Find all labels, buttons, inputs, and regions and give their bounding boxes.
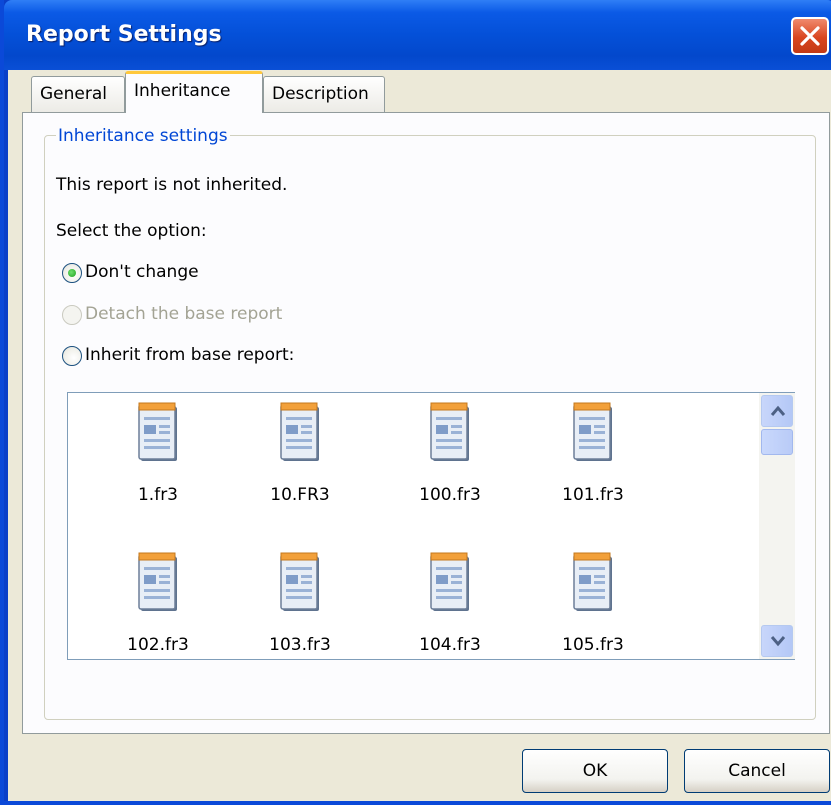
chevron-down-icon bbox=[770, 636, 786, 647]
tab-general[interactable]: General bbox=[31, 76, 125, 112]
tab-inheritance-label: Inheritance bbox=[134, 81, 231, 101]
file-item-label: 105.fr3 bbox=[562, 635, 624, 655]
file-item-label: 104.fr3 bbox=[419, 635, 481, 655]
file-item[interactable]: 103.fr3 bbox=[230, 551, 370, 671]
title-bar[interactable]: Report Settings bbox=[4, 0, 831, 70]
report-file-icon bbox=[280, 402, 319, 461]
report-file-icon bbox=[430, 552, 469, 611]
scroll-down-button[interactable] bbox=[761, 625, 793, 657]
file-item[interactable]: 101.fr3 bbox=[523, 401, 663, 521]
cancel-button[interactable]: Cancel bbox=[684, 749, 830, 793]
close-button[interactable] bbox=[791, 17, 829, 55]
radio-inherit-from-base[interactable] bbox=[62, 346, 82, 366]
radio-dont-change[interactable] bbox=[62, 263, 82, 283]
file-item-label: 101.fr3 bbox=[562, 485, 624, 505]
scroll-thumb[interactable] bbox=[761, 429, 793, 455]
dialog-window: Report Settings General Inheritance Desc… bbox=[0, 0, 831, 805]
report-file-icon bbox=[138, 552, 177, 611]
group-label: Inheritance settings bbox=[56, 126, 230, 146]
close-icon bbox=[800, 26, 820, 46]
radio-inherit-from-base-label[interactable]: Inherit from base report: bbox=[85, 345, 294, 365]
file-item[interactable]: 102.fr3 bbox=[88, 551, 228, 671]
file-item-label: 102.fr3 bbox=[127, 635, 189, 655]
file-item-label: 10.FR3 bbox=[270, 485, 330, 505]
window-title: Report Settings bbox=[26, 22, 222, 47]
tab-general-label: General bbox=[40, 84, 107, 104]
report-file-icon bbox=[280, 552, 319, 611]
file-item[interactable]: 1.fr3 bbox=[88, 401, 228, 521]
file-item-label: 1.fr3 bbox=[137, 485, 178, 505]
dialog-client-area: General Inheritance Description Inherita… bbox=[8, 70, 831, 801]
inheritance-status-text: This report is not inherited. bbox=[56, 175, 288, 195]
select-option-prompt: Select the option: bbox=[56, 221, 207, 241]
radio-detach-base-report bbox=[62, 305, 82, 325]
tab-description-label: Description bbox=[272, 84, 369, 104]
tab-description[interactable]: Description bbox=[263, 76, 385, 112]
vertical-scrollbar[interactable] bbox=[759, 393, 795, 659]
report-file-icon bbox=[573, 402, 612, 461]
radio-detach-base-report-label: Detach the base report bbox=[85, 304, 283, 324]
report-file-icon bbox=[430, 402, 469, 461]
file-item[interactable]: 105.fr3 bbox=[523, 551, 663, 671]
file-item[interactable]: 100.fr3 bbox=[380, 401, 520, 521]
file-item[interactable]: 10.FR3 bbox=[230, 401, 370, 521]
radio-dont-change-label[interactable]: Don't change bbox=[85, 262, 199, 282]
report-file-icon bbox=[573, 552, 612, 611]
scroll-up-button[interactable] bbox=[761, 395, 793, 427]
ok-button[interactable]: OK bbox=[522, 749, 668, 793]
radio-checked-dot bbox=[68, 269, 76, 277]
file-item-label: 103.fr3 bbox=[269, 635, 331, 655]
file-item-label: 100.fr3 bbox=[419, 485, 481, 505]
report-file-icon bbox=[138, 402, 177, 461]
file-item[interactable]: 104.fr3 bbox=[380, 551, 520, 671]
base-report-list[interactable]: 1.fr3 10.FR3 100.fr3 101.fr3 102.fr3 103.fr3 1… bbox=[67, 392, 795, 660]
tab-inheritance[interactable]: Inheritance bbox=[125, 71, 263, 113]
chevron-up-icon bbox=[770, 405, 786, 416]
